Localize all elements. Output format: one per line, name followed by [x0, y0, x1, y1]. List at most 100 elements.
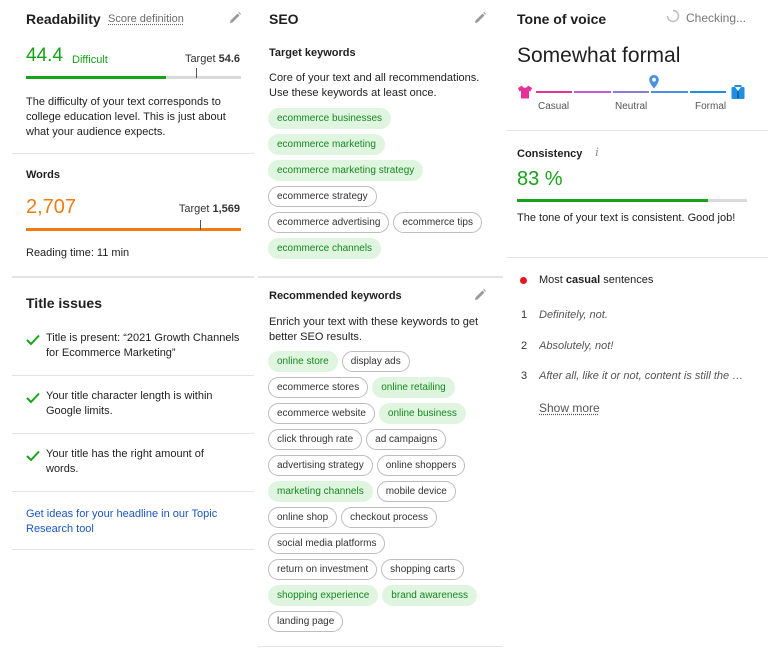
keyword-chip[interactable]: ecommerce website [268, 403, 375, 424]
keyword-chip[interactable]: landing page [268, 611, 344, 632]
keyword-chip[interactable]: shopping experience [268, 585, 379, 606]
tone-scale-segment [612, 91, 650, 93]
check-icon [26, 334, 40, 346]
keyword-chip[interactable]: return on investment [268, 559, 378, 580]
consistency-description: The tone of your text is consistent. Goo… [517, 212, 736, 224]
divider [258, 646, 503, 647]
keyword-chip[interactable]: ecommerce channels [268, 238, 382, 259]
tone-scale [536, 91, 726, 93]
words-count: 2,707 [26, 196, 77, 218]
tone-title: Tone of voice [517, 11, 607, 27]
consistency-bar [517, 199, 747, 202]
topic-research-link[interactable]: Get ideas for your headline in our Topic… [26, 507, 236, 537]
divider [12, 549, 254, 550]
divider [12, 276, 254, 278]
red-dot-icon [520, 277, 527, 284]
sentence-number: 1 [521, 309, 528, 321]
divider [507, 257, 768, 258]
most-casual-heading: Most casual sentences [539, 274, 654, 286]
location-pin-icon [648, 75, 659, 89]
casual-sentence[interactable]: Definitely, not. [539, 309, 749, 321]
check-icon [26, 450, 40, 462]
keyword-chip[interactable]: online business [378, 403, 466, 424]
keyword-chip[interactable]: online retailing [372, 377, 455, 398]
words-bar [26, 220, 241, 231]
tone-scale-segment [689, 91, 726, 93]
keyword-chip[interactable]: mobile device [376, 481, 456, 502]
sentence-number: 2 [521, 340, 528, 352]
info-icon[interactable]: i [595, 144, 599, 160]
keyword-chip[interactable]: ecommerce tips [393, 212, 482, 233]
tshirt-icon [518, 85, 532, 99]
keyword-chip[interactable]: online store [268, 351, 338, 372]
words-title: Words [26, 169, 61, 181]
readability-target-tick [196, 68, 197, 78]
readability-target: Target 54.6 [184, 53, 240, 65]
keyword-chip[interactable]: ecommerce marketing strategy [268, 160, 424, 181]
keyword-chip[interactable]: ecommerce stores [268, 377, 369, 398]
keyword-chip[interactable]: checkout process [341, 507, 437, 528]
pencil-icon[interactable] [228, 11, 242, 25]
tone-scale-segment [574, 91, 611, 93]
divider [12, 153, 254, 154]
keyword-chip[interactable]: display ads [341, 351, 410, 372]
keyword-chip[interactable]: online shoppers [376, 455, 466, 476]
readability-bar-fill [26, 76, 166, 79]
consistency-bar-fill [517, 199, 708, 202]
casual-sentence[interactable]: After all, like it or not, content is st… [539, 370, 745, 382]
casual-sentence[interactable]: Absolutely, not! [539, 340, 749, 352]
readability-score: 44.4 [26, 45, 63, 66]
recommended-keywords-title: Recommended keywords [269, 290, 402, 302]
keyword-chip[interactable]: ecommerce marketing [268, 134, 385, 155]
words-target-tick [200, 220, 201, 230]
keyword-chip[interactable]: ecommerce advertising [268, 212, 390, 233]
keyword-chip[interactable]: advertising strategy [268, 455, 373, 476]
readability-bar [26, 68, 241, 79]
consistency-title: Consistency [517, 148, 583, 160]
left-column: Readability Score definition 44.4 Diffic… [12, 0, 254, 650]
pencil-icon[interactable] [473, 11, 487, 25]
keyword-chip[interactable]: click through rate [268, 429, 363, 450]
suit-icon [731, 85, 745, 99]
readability-title: Readability [26, 11, 101, 27]
tone-scale-segment [536, 91, 573, 93]
score-definition-link[interactable]: Score definition [108, 13, 184, 25]
keyword-chip[interactable]: marketing channels [268, 481, 373, 502]
title-issue-item: Title is present: “2021 Growth Channels … [46, 332, 240, 359]
keyword-chip[interactable]: ad campaigns [366, 429, 447, 450]
title-issue-item: Your title character length is within Go… [46, 390, 213, 417]
readability-description: The difficulty of your text corresponds … [26, 96, 226, 138]
seo-title: SEO [269, 11, 299, 27]
keyword-chip[interactable]: social media platforms [268, 533, 386, 554]
tone-scale-neutral: Neutral [615, 101, 648, 112]
keyword-chip[interactable]: ecommerce strategy [268, 186, 377, 207]
keyword-chip[interactable]: ecommerce businesses [268, 108, 392, 129]
tone-value: Somewhat formal [517, 44, 681, 67]
target-keywords-title: Target keywords [269, 47, 356, 59]
title-issues-title: Title issues [26, 295, 103, 311]
tone-scale-segment [651, 91, 688, 93]
tone-scale-casual: Casual [538, 101, 570, 112]
keyword-chip[interactable]: online shop [268, 507, 338, 528]
readability-level: Difficult [72, 54, 108, 66]
words-bar-fill [26, 228, 241, 231]
consistency-value: 83 % [517, 168, 563, 190]
title-issue-item: Your title has the right amount of words… [46, 448, 204, 475]
tone-column: Tone of voice Checking... Somewhat forma… [507, 0, 768, 650]
divider [12, 375, 254, 376]
tone-status: Checking... [686, 11, 747, 25]
recommended-keywords-list: online store display ads ecommerce stores o… [268, 351, 493, 632]
recommended-keywords-description: Enrich your text with these keywords to … [269, 316, 479, 343]
divider [12, 433, 254, 434]
target-keywords-description: Core of your text and all recommendation… [269, 72, 480, 99]
pencil-icon[interactable] [473, 288, 487, 302]
divider [507, 130, 768, 131]
seo-column: SEO Target keywords Core of your text an… [258, 0, 503, 650]
sentence-number: 3 [521, 370, 528, 382]
show-more-link[interactable]: Show more [539, 401, 600, 415]
keyword-chip[interactable]: brand awareness [382, 585, 478, 606]
target-keywords-list: ecommerce businesses ecommerce marketing e… [268, 108, 490, 259]
keyword-chip[interactable]: shopping carts [381, 559, 465, 580]
tone-scale-formal: Formal [695, 101, 727, 112]
divider [258, 276, 503, 278]
